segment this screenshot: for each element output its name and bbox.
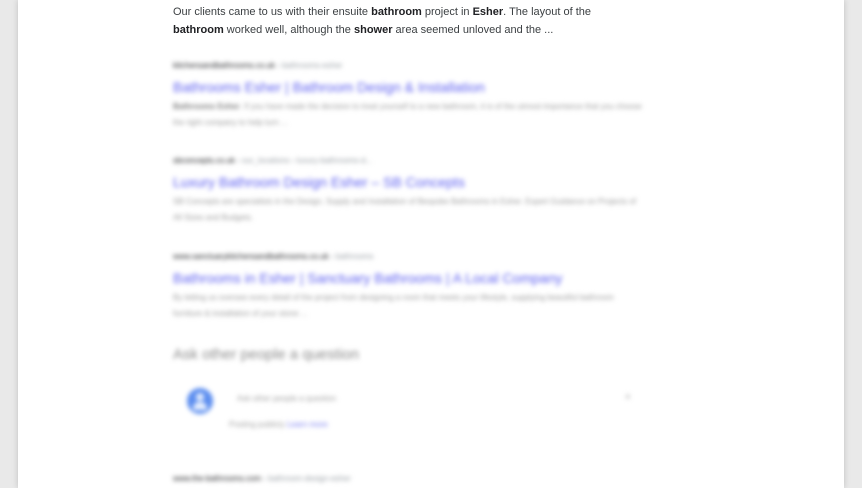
result-breadcrumb: › bathrooms-esher <box>277 61 343 70</box>
result-url[interactable]: www.sanctuarykitchensandbathrooms.co.uk … <box>173 251 643 263</box>
ask-question-footer: Posting publicly Learn more <box>229 420 328 429</box>
result-title-link[interactable]: Bathrooms Esher | Bathroom Design & Inst… <box>173 78 643 96</box>
search-results-page: Our clients came to us with their ensuit… <box>18 0 844 488</box>
ask-question-input[interactable]: Ask other people a question <box>237 394 336 403</box>
close-icon[interactable]: × <box>625 392 631 403</box>
ask-question-heading: Ask other people a question <box>173 346 359 363</box>
description-text: SB Concepts are specialists in the Desig… <box>173 197 636 222</box>
description-highlight: Bathrooms Esher <box>173 102 240 111</box>
result-site: www.sanctuarykitchensandbathrooms.co.uk <box>173 252 329 261</box>
result-description: By letting us oversee every detail of th… <box>173 290 643 322</box>
result-breadcrumb: › bathrooms <box>330 252 374 261</box>
result-site: sbconcepts.co.uk <box>173 156 235 165</box>
snippet-highlight: bathroom <box>173 24 224 36</box>
avatar-icon <box>187 388 213 414</box>
result-title-link[interactable]: Bathrooms in Esher | Sanctuary Bathrooms… <box>173 269 643 287</box>
snippet-text: area seemed unloved and the ... <box>392 24 554 36</box>
result-breadcrumb: › bathroom-design-esher <box>263 474 351 483</box>
result-site: kitchensandbathrooms.co.uk <box>173 61 275 70</box>
footer-text: Posting publicly <box>229 420 285 429</box>
result-url[interactable]: kitchensandbathrooms.co.uk › bathrooms-e… <box>173 60 643 72</box>
description-text: By letting us oversee every detail of th… <box>173 293 614 318</box>
snippet-highlight: shower <box>353 24 393 36</box>
result-site: www.the-bathrooms.com <box>173 474 262 483</box>
result-url[interactable]: www.the-bathrooms.com › bathroom-design-… <box>173 474 351 483</box>
search-result: www.sanctuarykitchensandbathrooms.co.uk … <box>173 251 643 322</box>
snippet-text: . The layout of the <box>503 6 592 18</box>
result-breadcrumb: › our_locations › luxury-bathrooms-d... <box>237 156 373 165</box>
search-result: sbconcepts.co.uk › our_locations › luxur… <box>173 155 643 226</box>
search-result: kitchensandbathrooms.co.uk › bathrooms-e… <box>173 60 643 131</box>
result-description: SB Concepts are specialists in the Desig… <box>173 194 643 226</box>
result-description: Bathrooms Esher. If you have made the de… <box>173 99 643 131</box>
snippet-text: Our clients came to us with their ensuit… <box>173 6 372 18</box>
snippet-text: project in <box>421 6 473 18</box>
learn-more-link[interactable]: Learn more <box>287 420 328 429</box>
snippet-text: worked well, although the <box>223 24 354 36</box>
result-snippet: Our clients came to us with their ensuit… <box>173 3 643 39</box>
result-title-link[interactable]: Luxury Bathroom Design Esher – SB Concep… <box>173 173 643 191</box>
snippet-highlight: Esher <box>472 6 504 18</box>
description-text: . If you have made the decision to treat… <box>173 102 642 127</box>
snippet-highlight: bathroom <box>371 6 422 18</box>
result-url[interactable]: sbconcepts.co.uk › our_locations › luxur… <box>173 155 643 167</box>
ask-question-box: Ask other people a question × Posting pu… <box>173 378 643 444</box>
